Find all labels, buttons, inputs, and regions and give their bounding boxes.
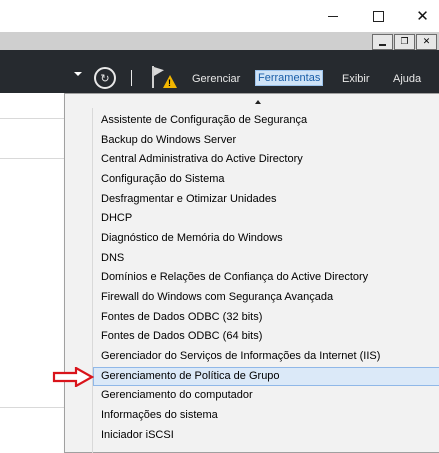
menu-gerenciar[interactable]: Gerenciar bbox=[192, 72, 240, 86]
menu-item-backup-windows-server[interactable]: Backup do Windows Server bbox=[93, 131, 439, 150]
ferramentas-dropdown-menu: Assistente de Configuração de Segurança … bbox=[64, 93, 439, 453]
menu-ajuda[interactable]: Ajuda bbox=[393, 72, 421, 86]
inner-minimize-icon bbox=[379, 43, 386, 46]
menu-item-dominios-relacoes-confianca[interactable]: Domínios e Relações de Confiança do Acti… bbox=[93, 268, 439, 287]
inner-window-controls: ❐ ✕ bbox=[372, 34, 437, 50]
inner-window-strip: ❐ ✕ bbox=[0, 32, 439, 50]
menu-item-firewall-windows[interactable]: Firewall do Windows com Segurança Avança… bbox=[93, 288, 439, 307]
close-button[interactable]: ✕ bbox=[400, 0, 439, 32]
toolbar-separator bbox=[131, 70, 132, 86]
inner-close-button[interactable]: ✕ bbox=[416, 34, 437, 50]
maximize-icon bbox=[373, 10, 384, 22]
menu-item-central-administrativa-ad[interactable]: Central Administrativa do Active Directo… bbox=[93, 150, 439, 169]
warning-mark: ! bbox=[168, 78, 171, 88]
menu-item-gerenciamento-politica-grupo[interactable]: Gerenciamento de Política de Grupo bbox=[93, 367, 439, 386]
restore-icon: ❐ bbox=[400, 37, 409, 47]
menu-ferramentas[interactable]: Ferramentas bbox=[254, 70, 324, 86]
menu-item-iniciador-iscsi[interactable]: Iniciador iSCSI bbox=[93, 426, 439, 445]
maximize-button[interactable] bbox=[356, 0, 401, 32]
menu-item-dhcp[interactable]: DHCP bbox=[93, 209, 439, 228]
background-divider bbox=[0, 158, 70, 159]
menu-item-odbc-32[interactable]: Fontes de Dados ODBC (32 bits) bbox=[93, 308, 439, 327]
red-annotation-arrow-icon bbox=[52, 367, 94, 387]
minimize-icon bbox=[327, 15, 338, 17]
window-caption-bar: ✕ bbox=[0, 0, 439, 32]
notifications-flag-icon[interactable] bbox=[152, 66, 154, 88]
menu-item-dns[interactable]: DNS bbox=[93, 249, 439, 268]
navigation-dropdown-caret-icon[interactable] bbox=[74, 72, 82, 76]
background-divider bbox=[0, 407, 70, 408]
menu-item-gerenciador-iis[interactable]: Gerenciador do Serviços de Informações d… bbox=[93, 347, 439, 366]
menu-item-odbc-64[interactable]: Fontes de Dados ODBC (64 bits) bbox=[93, 327, 439, 346]
menu-item-configuracao-sistema[interactable]: Configuração do Sistema bbox=[93, 170, 439, 189]
inner-minimize-button[interactable] bbox=[372, 34, 393, 50]
menu-exibir[interactable]: Exibir bbox=[342, 72, 370, 86]
minimize-button[interactable] bbox=[310, 0, 355, 32]
scroll-up-arrow-icon[interactable] bbox=[255, 100, 261, 104]
inner-close-icon: ✕ bbox=[422, 37, 431, 47]
refresh-icon[interactable]: ↻ bbox=[94, 67, 116, 89]
menu-item-informacoes-sistema[interactable]: Informações do sistema bbox=[93, 406, 439, 425]
inner-restore-button[interactable]: ❐ bbox=[394, 34, 415, 50]
menu-item-diagnostico-memoria[interactable]: Diagnóstico de Memória do Windows bbox=[93, 229, 439, 248]
menu-item-gerenciamento-computador[interactable]: Gerenciamento do computador bbox=[93, 386, 439, 405]
close-icon: ✕ bbox=[416, 6, 429, 25]
background-divider bbox=[0, 118, 70, 119]
menu-item-desfragmentar-otimizar[interactable]: Desfragmentar e Otimizar Unidades bbox=[93, 190, 439, 209]
menu-item-assistente-configuracao-seguranca[interactable]: Assistente de Configuração de Segurança bbox=[93, 111, 439, 130]
